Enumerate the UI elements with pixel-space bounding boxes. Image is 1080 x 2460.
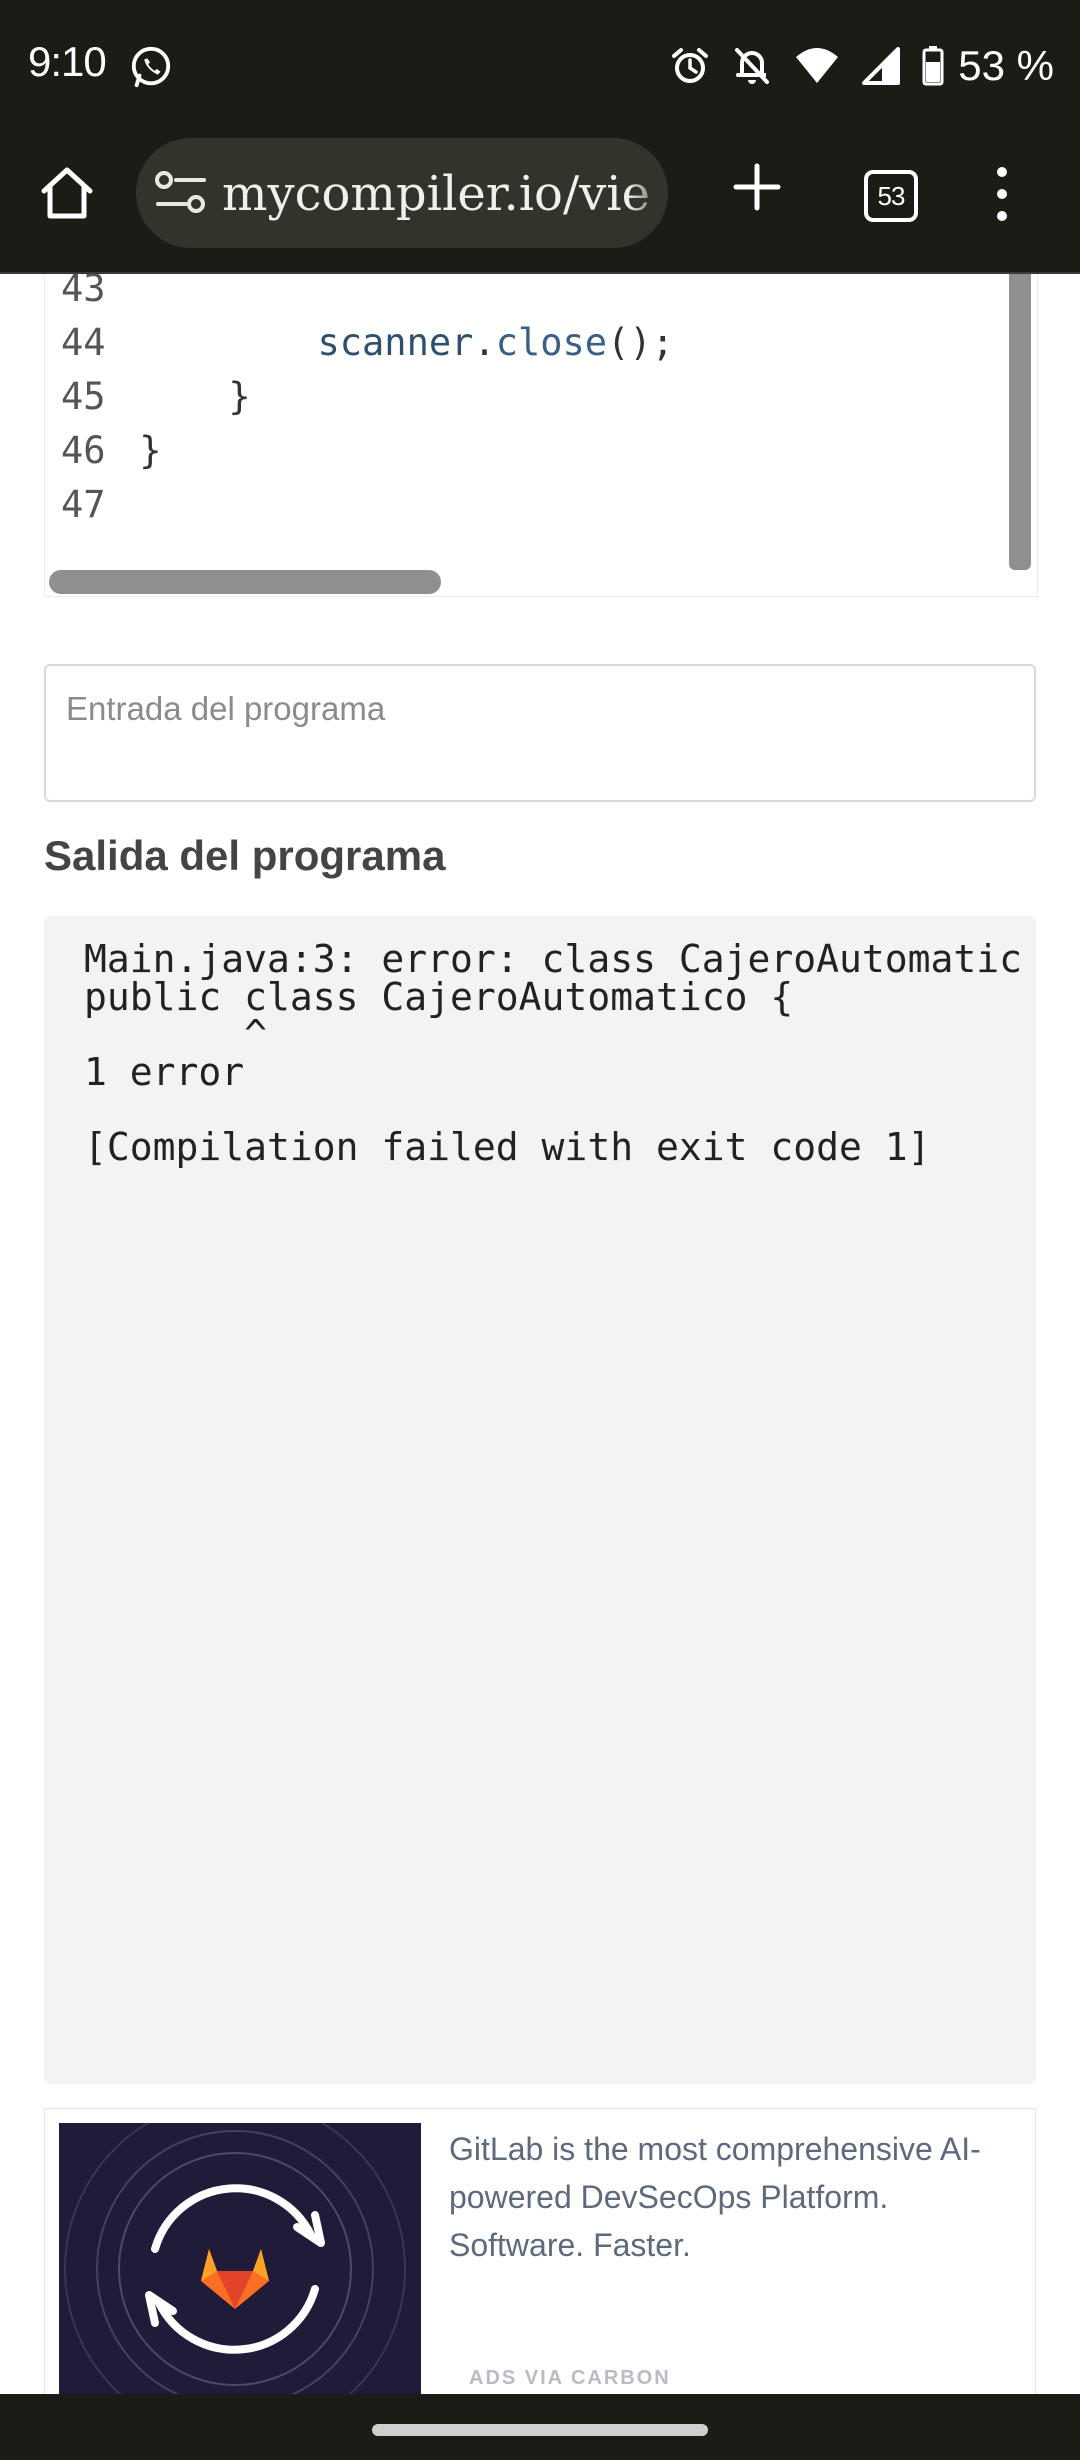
program-input[interactable]: Entrada del programa [44, 664, 1036, 802]
tab-switcher-button[interactable]: 53 [864, 170, 918, 222]
notifications-off-icon [735, 48, 770, 84]
alarm-icon [672, 48, 709, 83]
whatsapp-icon [131, 46, 171, 88]
url-fade [628, 138, 668, 248]
code-token: } [139, 429, 162, 472]
more-menu-icon[interactable] [986, 164, 1018, 224]
battery-percent: 53 % [958, 42, 1054, 89]
horizontal-scrollbar[interactable] [49, 570, 441, 594]
code-line[interactable]: 43 [45, 274, 139, 316]
code-line[interactable]: 46 } [45, 424, 162, 478]
code-token: close [495, 321, 608, 364]
url-text[interactable]: mycompiler.io/vie [222, 166, 650, 222]
ads-via-carbon-link[interactable]: ADS VIA CARBON [469, 2367, 671, 2390]
output-title: Salida del programa [44, 832, 446, 879]
status-icons: 53 % [670, 40, 1054, 92]
cellular-signal-icon [862, 47, 901, 85]
code-token: (); [607, 321, 674, 364]
ad-image[interactable] [59, 2123, 421, 2397]
code-token: } [228, 375, 251, 418]
line-number: 45 [61, 375, 106, 418]
line-number: 47 [61, 483, 106, 526]
code-editor[interactable]: 43 44 scanner.close(); 45 } 46 } 47 [44, 274, 1038, 597]
carbon-ad[interactable]: GitLab is the most comprehensive AI-powe… [44, 2108, 1036, 2398]
gesture-handle[interactable] [372, 2424, 708, 2436]
browser-toolbar: mycompiler.io/vie 53 [0, 134, 1080, 274]
ad-text[interactable]: GitLab is the most comprehensive AI-powe… [449, 2125, 1019, 2269]
code-token: . [473, 321, 496, 364]
output-line: [Compilation failed with exit code 1] [84, 1124, 931, 1169]
program-input-placeholder: Entrada del programa [66, 690, 386, 727]
status-time: 9:10 [28, 38, 107, 85]
system-nav-bar [0, 2394, 1080, 2460]
line-number: 44 [61, 321, 106, 364]
output-line: 1 error [84, 1049, 245, 1094]
address-bar[interactable]: mycompiler.io/vie [136, 138, 668, 248]
code-line[interactable]: 44 scanner.close(); [45, 316, 674, 370]
home-icon[interactable] [38, 164, 96, 222]
program-output: Main.java:3: error: class CajeroAutomati… [44, 916, 1036, 2084]
gitlab-sync-icon [64, 2123, 406, 2397]
new-tab-icon[interactable] [732, 162, 782, 212]
code-line[interactable]: 45 } [45, 370, 251, 424]
line-number: 43 [61, 274, 106, 310]
vertical-scrollbar[interactable] [1009, 274, 1031, 570]
battery-icon [922, 46, 944, 86]
status-bar: 9:10 53 % [0, 0, 1080, 134]
line-number: 46 [61, 429, 106, 472]
code-token: scanner [317, 321, 474, 364]
site-settings-icon[interactable] [154, 168, 208, 218]
code-line[interactable]: 47 [45, 478, 139, 532]
wifi-icon [796, 48, 839, 83]
